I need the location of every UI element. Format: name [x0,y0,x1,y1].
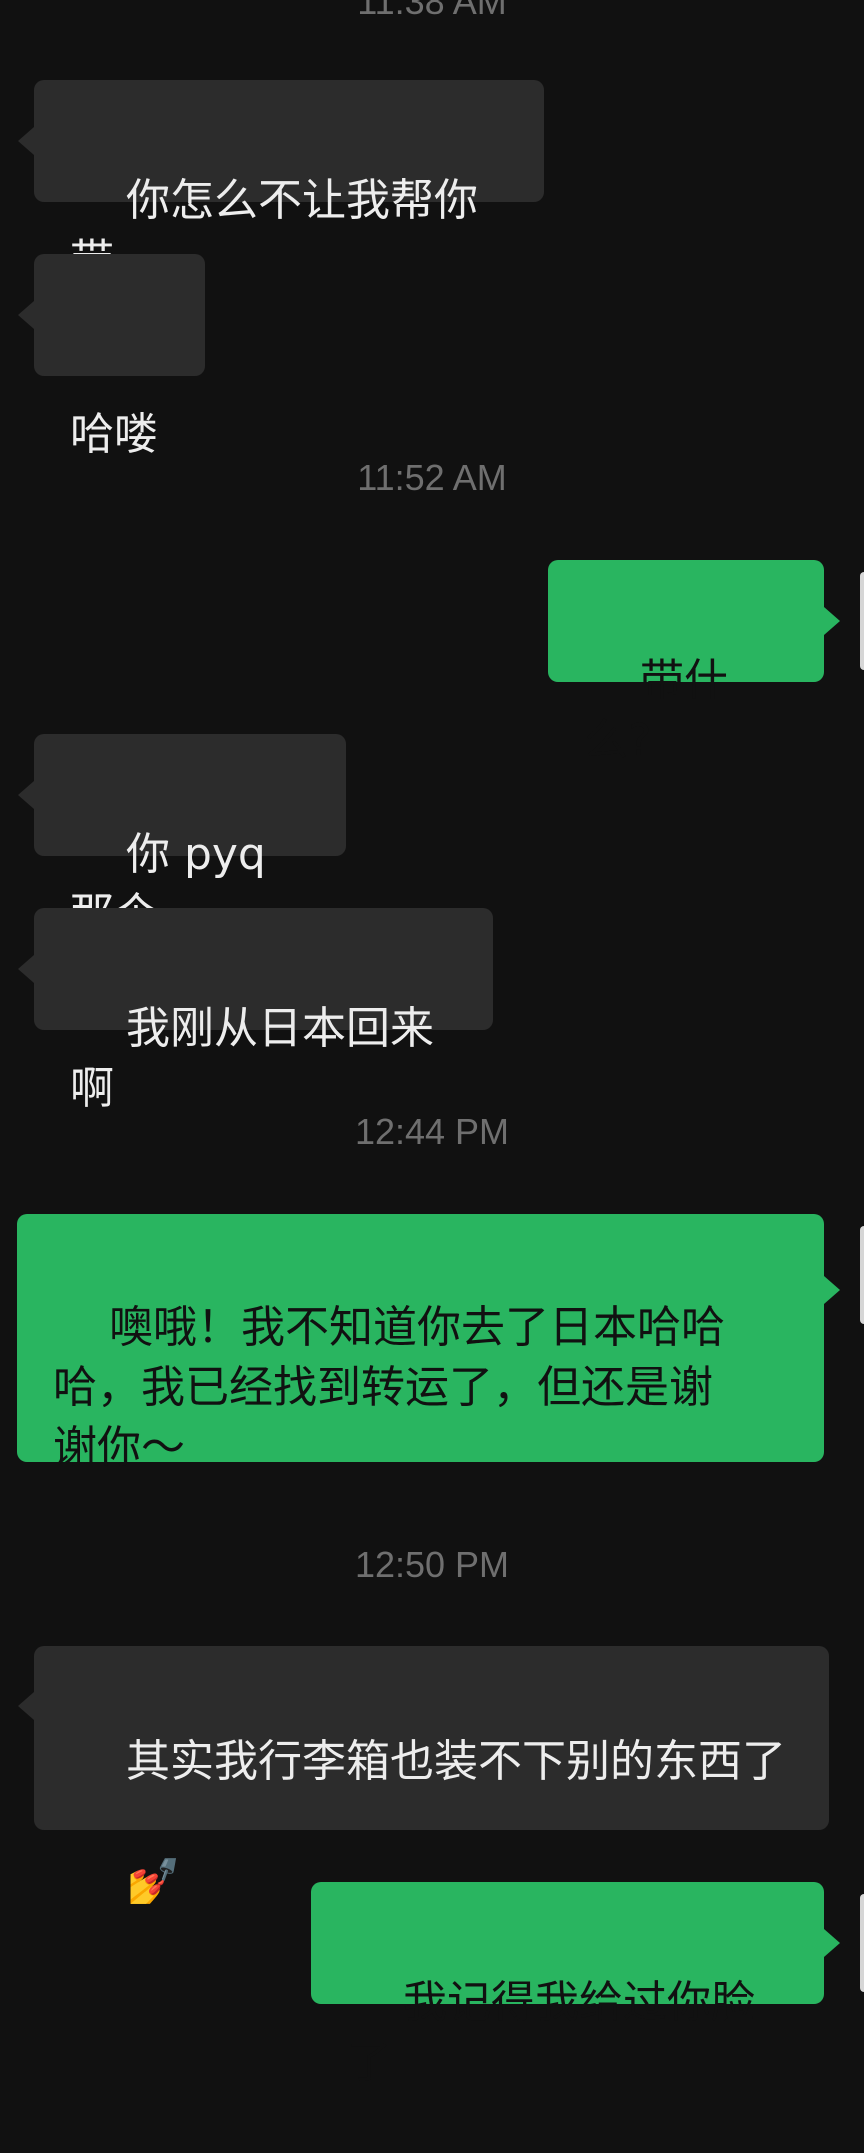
timestamp: 12:44 PM [354,1111,510,1152]
message-bubble-incoming[interactable]: 我刚从日本回来啊 [18,908,493,1114]
self-avatar[interactable] [860,1894,864,1992]
message-text: 我记得我给过你脸了 [347,1977,755,2088]
message-bubble-incoming[interactable]: 哈喽 [18,254,205,460]
chat-area[interactable]: 11:38 AM 你怎么不让我帮你带 哈喽 11:52 AM 带什么? 你 py… [0,0,864,2088]
timestamp: 11:38 AM [357,0,507,22]
nail-polish-icon: 💅 [125,1856,181,1907]
message-bubble-incoming[interactable]: 其实我行李箱也装不下别的东西了 💅 [18,1646,829,1907]
message-text: 其实我行李箱也装不下别的东西了 [125,1736,786,1787]
message-text: 带什么? [584,655,728,766]
message-text: 哈喽 [70,409,158,460]
self-avatar[interactable] [860,572,864,670]
message-bubble-outgoing[interactable]: 我记得我给过你脸了 [311,1882,840,2088]
message-bubble-incoming[interactable]: 你怎么不让我帮你带 [18,80,544,286]
message-text: 我刚从日本回来啊 [70,1003,434,1114]
message-text: 噢哦！我不知道你去了日本哈哈 哈，我已经找到转运了，但还是谢 谢你～ [53,1302,725,1473]
message-bubble-incoming[interactable]: 你 pyq 那个 [18,734,346,940]
timestamp: 11:52 AM [357,457,507,498]
self-avatar[interactable] [860,1226,864,1324]
message-bubble-outgoing[interactable]: 噢哦！我不知道你去了日本哈哈 哈，我已经找到转运了，但还是谢 谢你～ [17,1214,840,1473]
message-bubble-outgoing[interactable]: 带什么? [548,560,840,766]
timestamp: 12:50 PM [354,1544,510,1585]
